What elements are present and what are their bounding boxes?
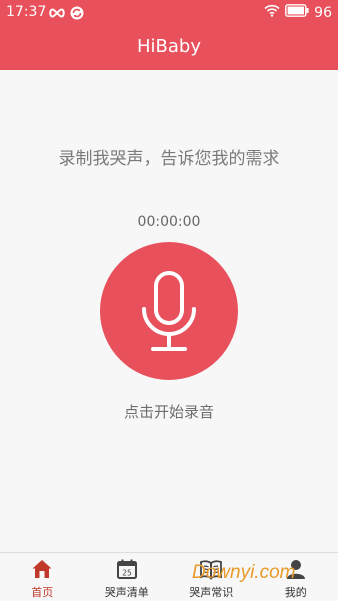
- nav-item-profile[interactable]: 我的: [254, 553, 338, 601]
- status-left-icons: [48, 5, 84, 24]
- status-right: 96: [264, 4, 332, 21]
- app-bar: HiBaby: [0, 26, 338, 70]
- nav-label-cry-list: 哭声清单: [85, 584, 170, 600]
- nav-item-cry-list[interactable]: 25 哭声清单: [85, 553, 170, 601]
- bottom-nav: 首页 25 哭声清单 哭声常识: [0, 552, 338, 601]
- nav-item-home[interactable]: 首页: [0, 553, 85, 601]
- battery-icon: [285, 4, 309, 21]
- battery-level: 96: [314, 5, 332, 21]
- nav-label-home: 首页: [0, 584, 85, 600]
- nav-item-cry-knowledge[interactable]: 哭声常识: [169, 553, 254, 601]
- sync-icon: [70, 5, 84, 24]
- nav-label-profile: 我的: [254, 584, 338, 600]
- wifi-icon: [264, 4, 280, 21]
- record-button[interactable]: [100, 242, 238, 380]
- calendar-date-number: 25: [122, 569, 132, 578]
- status-time: 17:37: [6, 4, 46, 20]
- recording-timer: 00:00:00: [0, 214, 338, 230]
- app-title: HiBaby: [0, 36, 338, 57]
- infinity-icon: [48, 5, 66, 24]
- record-hint: 点击开始录音: [0, 401, 338, 422]
- record-prompt: 录制我哭声，告诉您我的需求: [0, 144, 338, 169]
- status-bar: 17:37 96: [0, 0, 338, 26]
- nav-label-cry-knowledge: 哭声常识: [169, 584, 254, 600]
